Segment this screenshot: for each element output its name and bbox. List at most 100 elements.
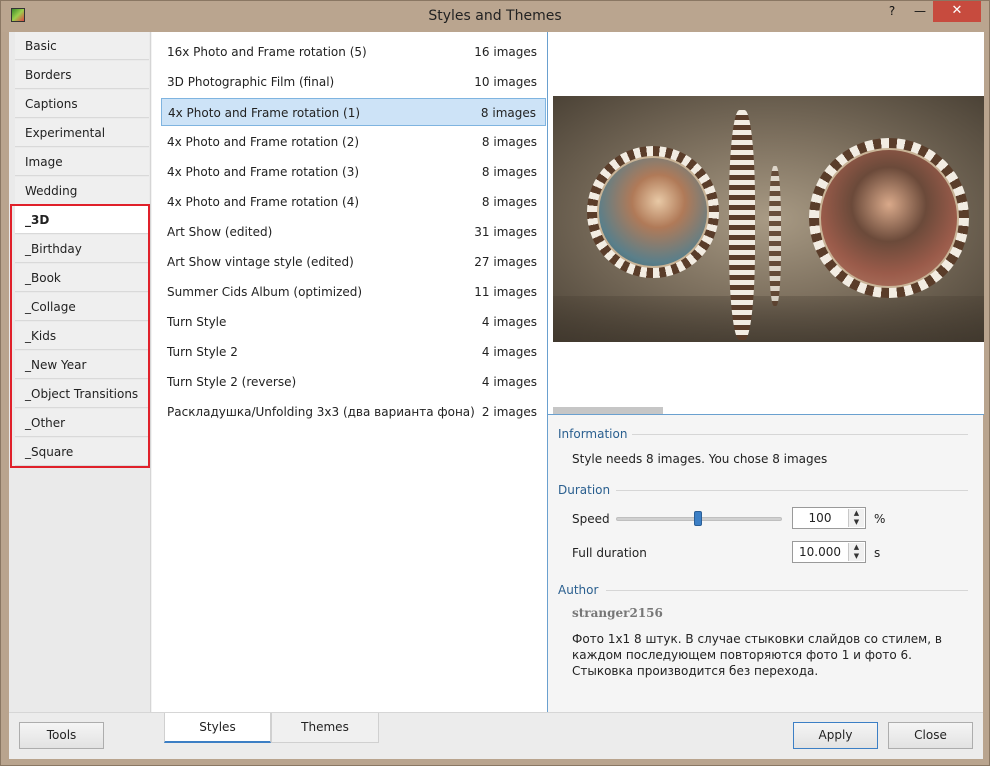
- style-row[interactable]: 4x Photo and Frame rotation (3) 8 images: [161, 158, 546, 186]
- style-image-count: 8 images: [481, 165, 537, 179]
- apply-button[interactable]: Apply: [793, 722, 878, 749]
- minimize-button[interactable]: —: [907, 1, 933, 22]
- speed-label: Speed: [572, 512, 610, 526]
- category-item-other[interactable]: _Other: [15, 409, 149, 437]
- speed-stepper-arrows[interactable]: ▲ ▼: [848, 509, 864, 527]
- information-text: Style needs 8 images. You chose 8 images: [572, 452, 828, 466]
- author-heading: Author: [558, 583, 599, 597]
- category-list: Basic Borders Captions Experimental Imag…: [9, 32, 151, 712]
- category-item-wedding[interactable]: Wedding: [15, 177, 149, 205]
- rotating-frame: [769, 166, 781, 306]
- style-image-count: 8 images: [480, 106, 536, 120]
- round-photo-frame: [809, 138, 969, 298]
- category-item-object-transitions[interactable]: _Object Transitions: [15, 380, 149, 408]
- preview-reflection: [553, 296, 984, 342]
- full-duration-stepper-arrows[interactable]: ▲ ▼: [848, 543, 864, 561]
- style-name: Turn Style 2: [167, 345, 238, 359]
- style-row[interactable]: Turn Style 2 4 images: [161, 338, 546, 366]
- category-item-book[interactable]: _Book: [15, 264, 149, 292]
- close-button[interactable]: Close: [888, 722, 973, 749]
- full-duration-input[interactable]: [794, 543, 846, 561]
- help-button[interactable]: ?: [879, 1, 905, 22]
- style-row[interactable]: Summer Cids Album (optimized) 11 images: [161, 278, 546, 306]
- full-duration-label: Full duration: [572, 546, 647, 560]
- style-name: 16x Photo and Frame rotation (5): [167, 45, 367, 59]
- style-row[interactable]: 4x Photo and Frame rotation (2) 8 images: [161, 128, 546, 156]
- style-row[interactable]: Раскладушка/Unfolding 3x3 (два варианта …: [161, 398, 546, 426]
- speed-stepper[interactable]: ▲ ▼: [792, 507, 866, 529]
- style-name: 4x Photo and Frame rotation (1): [168, 106, 361, 120]
- style-details-panel: Information Style needs 8 images. You ch…: [547, 32, 984, 712]
- title-bar[interactable]: Styles and Themes ? — ✕: [1, 1, 989, 32]
- full-duration-unit: s: [874, 546, 881, 560]
- divider: [606, 590, 968, 591]
- preview-photo: [819, 148, 959, 288]
- divider: [616, 490, 968, 491]
- style-image-count: 10 images: [474, 75, 537, 89]
- style-row[interactable]: 4x Photo and Frame rotation (4) 8 images: [161, 188, 546, 216]
- style-list: 16x Photo and Frame rotation (5) 16 image…: [152, 32, 547, 712]
- category-item-basic[interactable]: Basic: [15, 32, 149, 60]
- style-row-selected[interactable]: 4x Photo and Frame rotation (1) 8 images: [161, 98, 546, 126]
- preview-scrollbar[interactable]: [553, 407, 663, 414]
- speed-input[interactable]: [794, 509, 846, 527]
- style-image-count: 27 images: [474, 255, 537, 269]
- window-title: Styles and Themes: [428, 8, 562, 24]
- tab-themes[interactable]: Themes: [271, 713, 379, 743]
- full-duration-stepper[interactable]: ▲ ▼: [792, 541, 866, 563]
- style-row[interactable]: Art Show (edited) 31 images: [161, 218, 546, 246]
- bottom-bar: Tools Styles Themes Apply Close: [9, 712, 983, 759]
- rotating-frame: [729, 110, 755, 340]
- up-arrow-icon[interactable]: ▲: [849, 509, 864, 518]
- style-image-count: 8 images: [481, 195, 537, 209]
- style-image-count: 2 images: [481, 405, 537, 419]
- style-name: 4x Photo and Frame rotation (4): [167, 195, 360, 209]
- category-item-3d[interactable]: _3D: [15, 206, 149, 234]
- category-item-collage[interactable]: _Collage: [15, 293, 149, 321]
- style-name: Art Show (edited): [167, 225, 273, 239]
- preview-area: [548, 32, 984, 415]
- style-image-count: 4 images: [481, 315, 537, 329]
- close-window-button[interactable]: ✕: [933, 1, 981, 22]
- category-item-experimental[interactable]: Experimental: [15, 119, 149, 147]
- author-description: Фото 1x1 8 штук. В случае стыковки слайд…: [572, 632, 942, 678]
- information-heading: Information: [558, 427, 628, 441]
- style-row[interactable]: Turn Style 4 images: [161, 308, 546, 336]
- style-image-count: 8 images: [481, 135, 537, 149]
- category-item-captions[interactable]: Captions: [15, 90, 149, 118]
- category-item-birthday[interactable]: _Birthday: [15, 235, 149, 263]
- category-item-new-year[interactable]: _New Year: [15, 351, 149, 379]
- down-arrow-icon[interactable]: ▼: [849, 552, 864, 561]
- category-item-square[interactable]: _Square: [15, 438, 149, 466]
- preview-photo: [597, 156, 709, 268]
- style-row[interactable]: 16x Photo and Frame rotation (5) 16 image…: [161, 38, 546, 66]
- style-row[interactable]: Turn Style 2 (reverse) 4 images: [161, 368, 546, 396]
- category-item-kids[interactable]: _Kids: [15, 322, 149, 350]
- style-name: Turn Style: [167, 315, 227, 329]
- client-area: Basic Borders Captions Experimental Imag…: [9, 32, 984, 759]
- down-arrow-icon[interactable]: ▼: [849, 518, 864, 527]
- style-name: Summer Cids Album (optimized): [167, 285, 363, 299]
- tools-button[interactable]: Tools: [19, 722, 104, 749]
- speed-unit: %: [874, 512, 886, 526]
- style-name: Art Show vintage style (edited): [167, 255, 354, 269]
- style-image-count: 31 images: [474, 225, 537, 239]
- up-arrow-icon[interactable]: ▲: [849, 543, 864, 552]
- style-image-count: 11 images: [474, 285, 537, 299]
- duration-heading: Duration: [558, 483, 611, 497]
- style-row[interactable]: 3D Photographic Film (final) 10 images: [161, 68, 546, 96]
- style-name: 4x Photo and Frame rotation (2): [167, 135, 360, 149]
- style-name: 4x Photo and Frame rotation (3): [167, 165, 360, 179]
- style-row[interactable]: Art Show vintage style (edited) 27 images: [161, 248, 546, 276]
- style-image-count: 16 images: [474, 45, 537, 59]
- category-item-borders[interactable]: Borders: [15, 61, 149, 89]
- style-name: Раскладушка/Unfolding 3x3 (два варианта …: [167, 405, 475, 419]
- styles-themes-window: Styles and Themes ? — ✕ Basic Borders Ca…: [0, 0, 990, 766]
- category-item-image[interactable]: Image: [15, 148, 149, 176]
- round-photo-frame: [587, 146, 719, 278]
- divider: [632, 434, 968, 435]
- tab-styles[interactable]: Styles: [164, 713, 271, 743]
- style-image-count: 4 images: [481, 375, 537, 389]
- speed-slider-thumb[interactable]: [694, 511, 702, 526]
- author-name: stranger2156: [572, 606, 663, 620]
